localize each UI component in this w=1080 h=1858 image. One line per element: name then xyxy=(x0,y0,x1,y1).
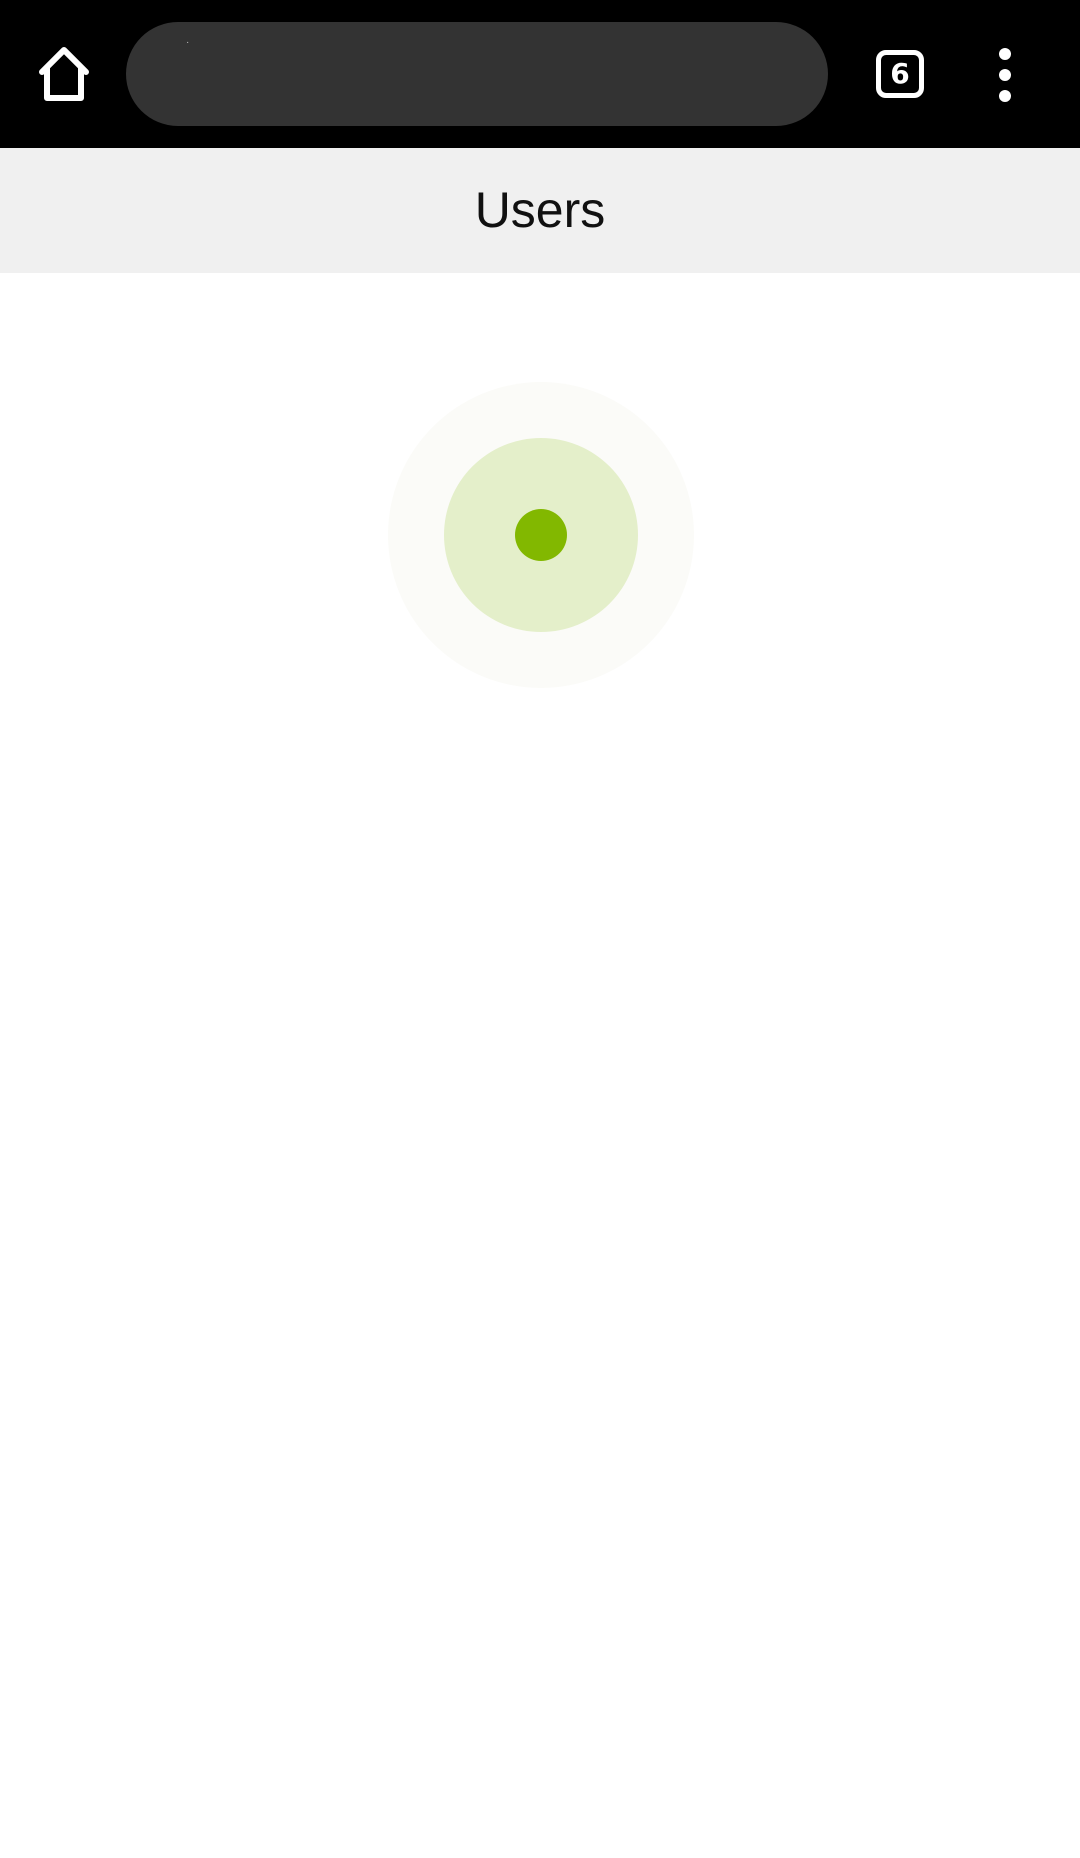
spinner-core-dot xyxy=(515,509,567,561)
menu-dot xyxy=(999,48,1011,60)
loading-spinner xyxy=(388,382,694,688)
tab-switcher-button[interactable]: 6 xyxy=(876,50,924,98)
page-title: Users xyxy=(474,182,606,238)
home-button[interactable] xyxy=(34,44,94,104)
menu-dot xyxy=(999,90,1011,102)
browser-toolbar: · 6 xyxy=(0,0,1080,148)
tab-count: 6 xyxy=(890,57,910,90)
more-vert-icon[interactable] xyxy=(990,48,1022,102)
menu-dot xyxy=(999,69,1011,81)
url-bar[interactable]: · xyxy=(126,22,828,126)
page-header: Users xyxy=(0,148,1080,273)
url-text: · xyxy=(186,37,190,48)
home-icon xyxy=(39,47,89,101)
